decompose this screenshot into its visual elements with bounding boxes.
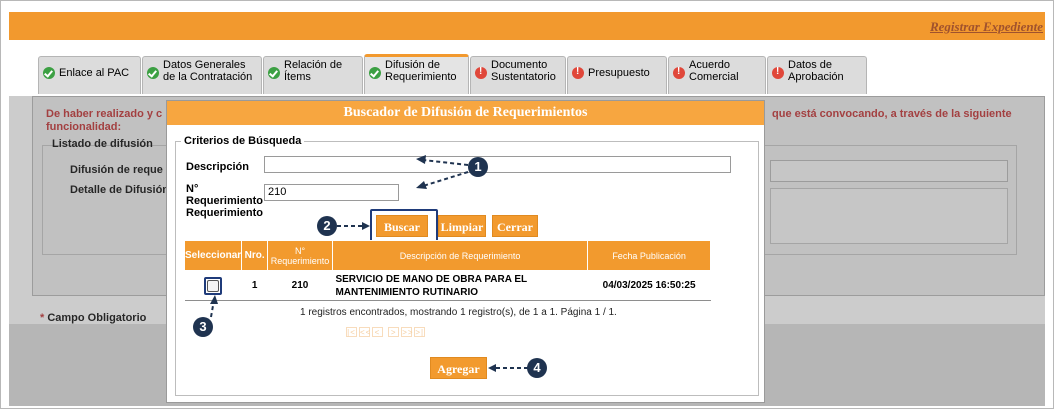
callout-4: 4 bbox=[527, 358, 547, 378]
callout-3: 3 bbox=[193, 317, 213, 337]
callout-2: 2 bbox=[317, 216, 337, 236]
callout-1: 1 bbox=[468, 157, 488, 177]
annotation-arrows bbox=[210, 155, 528, 372]
